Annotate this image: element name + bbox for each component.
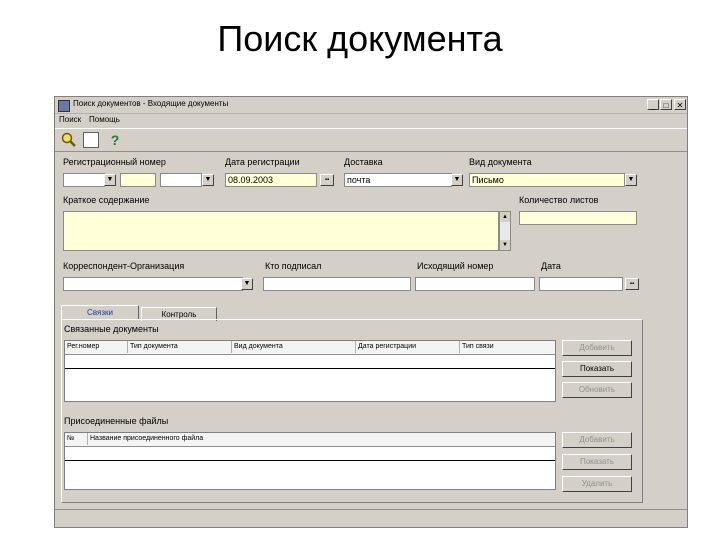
date-label: Дата <box>541 261 561 271</box>
reg-number-label: Регистрационный номер <box>63 157 166 167</box>
col-link-type[interactable]: Тип связи <box>459 341 494 353</box>
delivery-field[interactable]: почта <box>344 173 452 187</box>
reg-date-calendar-button[interactable]: ▪▪ <box>320 174 334 186</box>
col-file-name[interactable]: Название присоединенного файла <box>87 433 203 445</box>
window-title: Поиск документов - Входящие документы <box>73 99 229 108</box>
date-field[interactable] <box>539 277 623 291</box>
slide-title: Поиск документа <box>217 18 503 59</box>
reg-date-field[interactable]: 08.09.2003 <box>225 173 317 187</box>
signed-by-field[interactable] <box>263 277 411 291</box>
delete-file-button[interactable]: Удалить <box>562 476 632 492</box>
attached-files-title: Присоединенные файлы <box>64 416 169 426</box>
menu-help[interactable]: Помощь <box>89 115 120 124</box>
minimize-button[interactable]: _ <box>647 99 659 110</box>
maximize-button[interactable]: □ <box>660 99 672 110</box>
col-reg-date[interactable]: Дата регистрации <box>355 341 416 353</box>
search-window: Поиск документов - Входящие документы _ … <box>54 96 688 528</box>
summary-scrollbar[interactable]: ▲ ▼ <box>499 211 511 251</box>
window-titlebar: Поиск документов - Входящие документы _ … <box>55 97 687 114</box>
correspondent-field[interactable] <box>63 277 243 291</box>
app-icon <box>58 100 70 112</box>
col-file-number[interactable]: № <box>65 433 75 445</box>
delivery-dropdown[interactable]: ▼ <box>451 174 463 186</box>
help-icon[interactable]: ? <box>107 132 123 148</box>
scroll-up-icon[interactable]: ▲ <box>500 212 510 222</box>
sheets-label: Количество листов <box>519 195 599 205</box>
toolbar: ? <box>55 128 687 152</box>
add-linked-button[interactable]: Добавить <box>562 340 632 356</box>
date-calendar-button[interactable]: ▪▪ <box>625 278 639 290</box>
new-document-icon[interactable] <box>83 132 99 148</box>
table-row[interactable] <box>65 446 555 461</box>
correspondent-label: Корреспондент-Организация <box>63 261 185 271</box>
summary-textarea[interactable] <box>63 211 499 251</box>
show-file-button[interactable]: Показать <box>562 454 632 470</box>
menubar: Поиск Помощь <box>55 114 687 126</box>
attached-files-table[interactable]: № Название присоединенного файла <box>64 432 556 490</box>
reg-number-prefix-dropdown[interactable]: ▼ <box>104 174 116 186</box>
col-reg-number[interactable]: Рег.номер <box>65 341 99 353</box>
signed-by-label: Кто подписал <box>265 261 322 271</box>
sheets-field[interactable] <box>519 211 637 225</box>
table-row[interactable] <box>65 354 555 369</box>
col-doc-type[interactable]: Вид документа <box>231 341 283 353</box>
reg-number-field[interactable] <box>120 173 156 187</box>
outgoing-number-field[interactable] <box>415 277 535 291</box>
menu-search[interactable]: Поиск <box>59 115 81 124</box>
tab-panel: Связанные документы Рег.номер Тип докуме… <box>61 319 643 503</box>
reg-date-label: Дата регистрации <box>225 157 300 167</box>
add-file-button[interactable]: Добавить <box>562 432 632 448</box>
reg-number-prefix-field[interactable] <box>63 173 105 187</box>
outgoing-number-label: Исходящий номер <box>417 261 494 271</box>
status-bar <box>55 509 687 528</box>
reg-number-suffix-field[interactable] <box>160 173 202 187</box>
col-doc-kind[interactable]: Тип документа <box>127 341 178 353</box>
tab-links[interactable]: Связки <box>61 305 139 320</box>
scroll-down-icon[interactable]: ▼ <box>500 240 510 250</box>
doc-type-dropdown[interactable]: ▼ <box>625 174 637 186</box>
linked-docs-header: Рег.номер Тип документа Вид документа Да… <box>65 341 555 355</box>
correspondent-dropdown[interactable]: ▼ <box>241 278 253 290</box>
search-icon[interactable] <box>61 132 77 148</box>
close-button[interactable]: ✕ <box>674 99 686 110</box>
delivery-label: Доставка <box>344 157 383 167</box>
doc-type-field[interactable]: Письмо <box>469 173 625 187</box>
refresh-linked-button[interactable]: Обновить <box>562 382 632 398</box>
linked-docs-table[interactable]: Рег.номер Тип документа Вид документа Да… <box>64 340 556 402</box>
reg-number-suffix-dropdown[interactable]: ▼ <box>202 174 214 186</box>
doc-type-label: Вид документа <box>469 157 532 167</box>
linked-docs-title: Связанные документы <box>64 324 159 334</box>
show-linked-button[interactable]: Показать <box>562 361 632 377</box>
attached-files-header: № Название присоединенного файла <box>65 433 555 447</box>
summary-label: Краткое содержание <box>63 195 150 205</box>
